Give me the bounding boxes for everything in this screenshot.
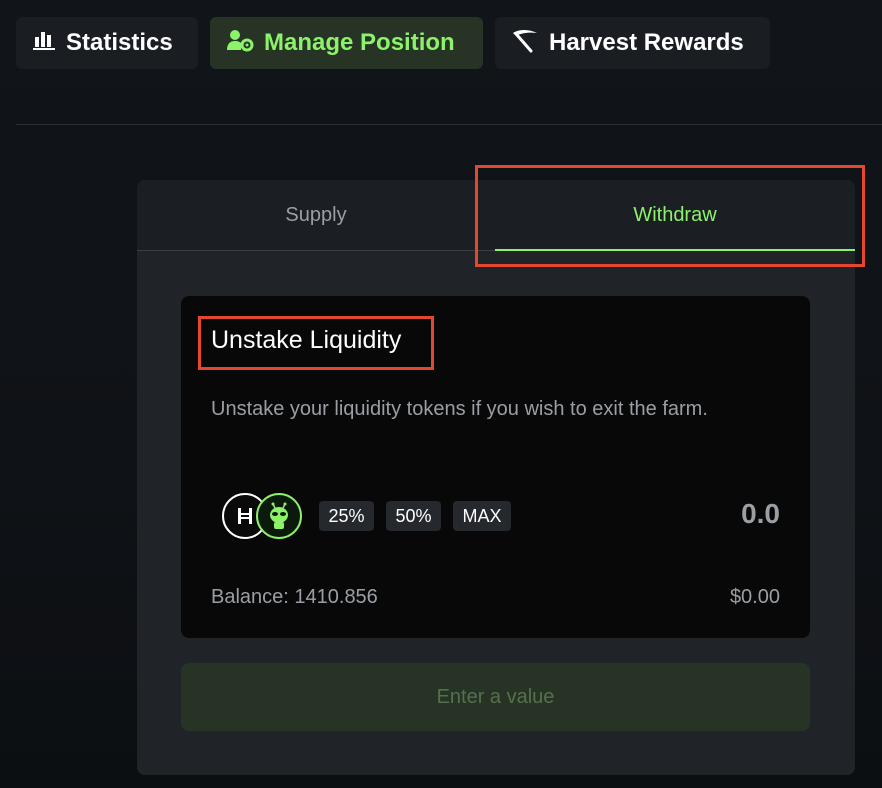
alien-token-icon (256, 493, 302, 539)
percent-25-button[interactable]: 25% (319, 501, 374, 531)
bar-chart-icon (32, 29, 56, 58)
position-tabs: Supply Withdraw (137, 180, 855, 251)
tab-manage-position[interactable]: Manage Position (210, 17, 483, 69)
card-title: Unstake Liquidity (211, 326, 402, 354)
max-button[interactable]: MAX (453, 501, 511, 531)
tab-supply[interactable]: Supply (137, 180, 495, 250)
tab-withdraw[interactable]: Withdraw (495, 180, 855, 251)
balance-text: Balance: 1410.856 (211, 586, 378, 608)
enter-value-button[interactable]: Enter a value (181, 663, 810, 731)
unstake-card: Unstake Liquidity Unstake your liquidity… (181, 296, 810, 638)
header-divider (16, 124, 882, 125)
tab-statistics-label: Statistics (66, 29, 173, 56)
tab-manage-position-label: Manage Position (264, 29, 455, 56)
usd-value: $0.00 (729, 586, 780, 608)
tab-harvest-rewards-label: Harvest Rewards (549, 29, 744, 56)
users-gear-icon (226, 28, 254, 59)
token-pair-icons (222, 493, 302, 539)
amount-input[interactable]: 0.0 (741, 498, 780, 530)
tab-statistics[interactable]: Statistics (16, 17, 198, 69)
card-description: Unstake your liquidity tokens if you wis… (211, 398, 708, 420)
percent-50-button[interactable]: 50% (386, 501, 441, 531)
scythe-icon (511, 27, 539, 60)
tab-harvest-rewards[interactable]: Harvest Rewards (495, 17, 770, 69)
